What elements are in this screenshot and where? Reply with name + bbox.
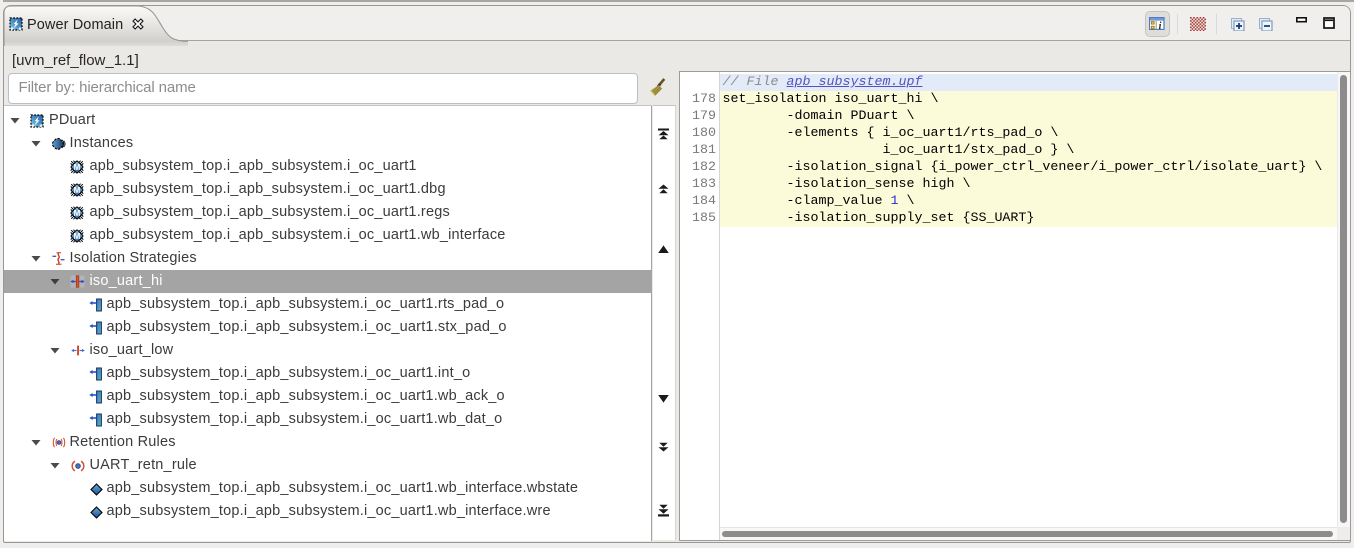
svg-text:M: M	[74, 163, 81, 172]
svg-text:i: i	[1159, 21, 1162, 30]
svg-text:M: M	[74, 232, 81, 241]
svg-text:M: M	[74, 186, 81, 195]
svg-text:M: M	[74, 209, 81, 218]
